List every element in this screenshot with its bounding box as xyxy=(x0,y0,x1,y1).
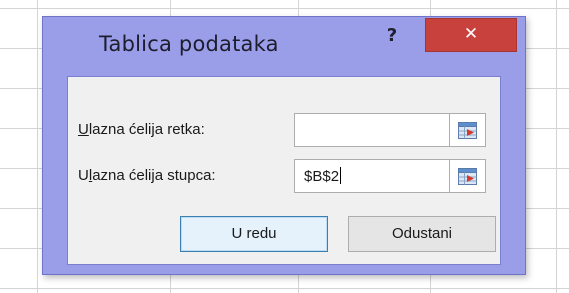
cancel-button[interactable]: Odustani xyxy=(348,216,496,252)
grid-line xyxy=(0,8,569,9)
dialog-title: Tablica podataka xyxy=(99,32,279,56)
grid-line xyxy=(556,0,557,293)
close-button[interactable]: ✕ xyxy=(425,18,517,52)
row-input-label-accesskey: U xyxy=(78,121,89,138)
column-input-label-text: azna ćelija stupca: xyxy=(92,167,216,184)
row-input-label-text: lazna ćelija retka: xyxy=(88,121,205,138)
grid-line xyxy=(37,0,38,293)
dialog-titlebar[interactable]: Tablica podataka ? ✕ xyxy=(43,17,525,73)
range-select-icon xyxy=(458,122,477,139)
help-button[interactable]: ? xyxy=(375,21,409,51)
close-icon: ✕ xyxy=(463,24,479,44)
ok-button[interactable]: U redu xyxy=(180,216,328,252)
row-input-cell-field[interactable] xyxy=(294,113,450,147)
row-input-label: Ulazna ćelija retka: xyxy=(78,121,205,138)
column-input-value: $B$2 xyxy=(304,168,340,185)
column-input-label-prefix: U xyxy=(78,167,89,184)
row-input-collapse-button[interactable] xyxy=(450,113,486,147)
dialog-content: Ulazna ćelija retka: Ulazna ćelija stupc… xyxy=(67,76,501,265)
column-input-collapse-button[interactable] xyxy=(450,159,486,193)
text-caret xyxy=(340,167,342,184)
column-input-label: Ulazna ćelija stupca: xyxy=(78,167,216,184)
grid-line xyxy=(0,288,569,289)
data-table-dialog: Tablica podataka ? ✕ Ulazna ćelija retka… xyxy=(42,16,526,275)
column-input-cell-field[interactable]: $B$2 xyxy=(294,159,450,193)
range-select-icon xyxy=(458,168,477,185)
